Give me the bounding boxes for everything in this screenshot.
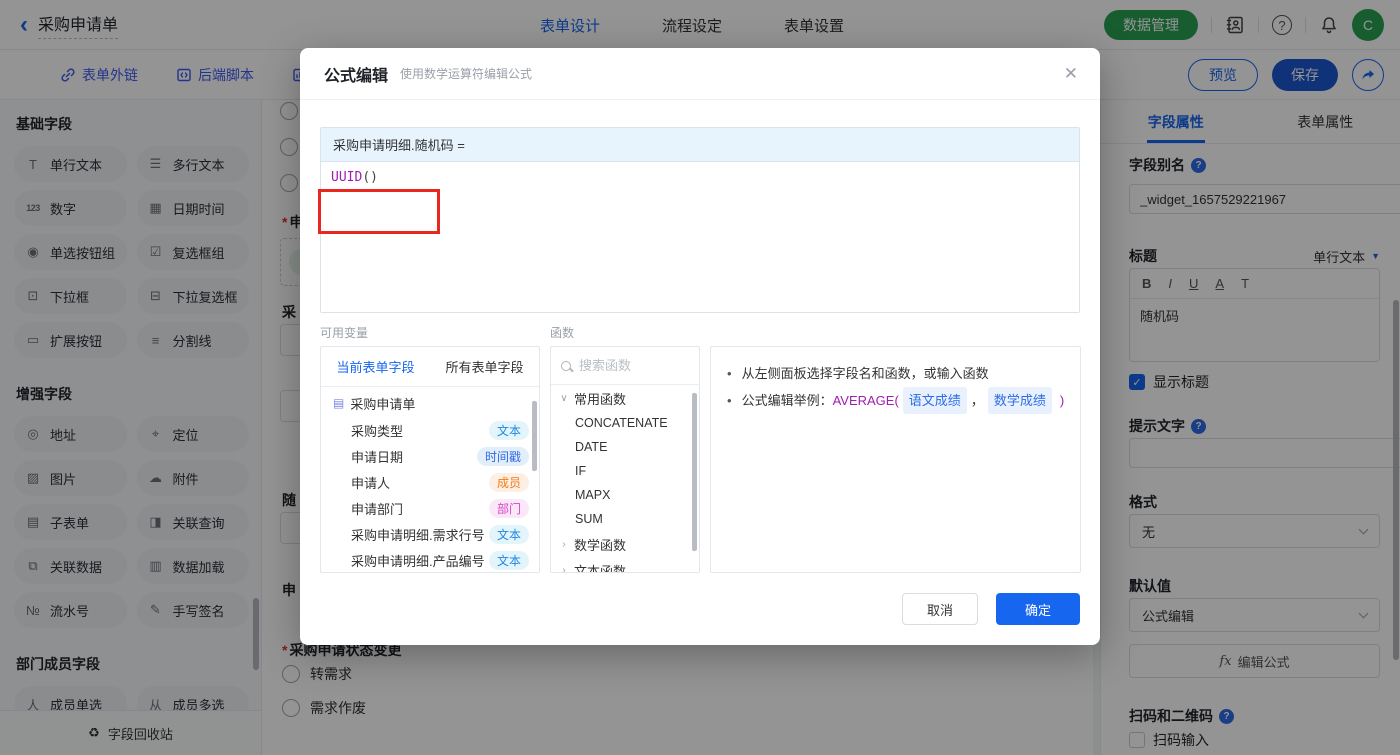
function-name: SUM (575, 512, 603, 526)
variable-name: 采购申请明细.产品编号 (351, 553, 485, 569)
tab-current-form-fields[interactable]: 当前表单字段 (321, 347, 430, 386)
function-DATE[interactable]: DATE (551, 435, 699, 459)
function-name: CONCATENATE (575, 416, 668, 430)
variables-column: 可用变量 当前表单字段 所有表单字段 ▤ 采购申请单 采购类型 文本 申请日期 时间… (320, 324, 540, 573)
variable-row[interactable]: 申请日期 时间戳 (321, 443, 539, 469)
function-MAPX[interactable]: MAPX (551, 483, 699, 507)
formula-editor-modal: 公式编辑 使用数学运算符编辑公式 ✕ 采购申请明细.随机码 = UUID() 可… (300, 48, 1100, 645)
tips-spacer (710, 324, 1081, 346)
variables-section-label: 可用变量 (320, 326, 369, 340)
modal-subtitle: 使用数学运算符编辑公式 (400, 67, 533, 81)
variable-type-badge: 文本 (488, 420, 529, 440)
modal-columns: 可用变量 当前表单字段 所有表单字段 ▤ 采购申请单 采购类型 文本 申请日期 时间… (320, 324, 1082, 573)
function-group-common[interactable]: ∨ 常用函数 (551, 385, 699, 411)
function-IF[interactable]: IF (551, 459, 699, 483)
functions-scrollbar-thumb[interactable] (692, 393, 697, 551)
function-CONCATENATE[interactable]: CONCATENATE (551, 411, 699, 435)
function-SUM[interactable]: SUM (551, 507, 699, 531)
variable-type-badge: 文本 (488, 550, 529, 570)
tip-2-comma: ， (970, 393, 984, 408)
function-name: MAPX (575, 488, 611, 502)
modal-header: 公式编辑 使用数学运算符编辑公式 ✕ (300, 48, 1100, 100)
formula-box: 采购申请明细.随机码 = UUID() (320, 127, 1080, 313)
search-icon (561, 360, 571, 371)
tip-line-2: • 公式编辑举例： AVERAGE( 语文成绩 ， 数学成绩 ) (727, 387, 1064, 414)
variable-row[interactable]: 采购申请明细.需求行号 文本 (321, 521, 539, 547)
chevron-collapsed-icon: › (562, 564, 566, 573)
tip-2-function: AVERAGE( (832, 393, 899, 408)
functions-section-label: 函数 (550, 326, 575, 340)
variables-tree-root[interactable]: ▤ 采购申请单 (321, 389, 539, 417)
variable-name: 申请部门 (351, 501, 404, 517)
function-name: DATE (575, 440, 608, 454)
function-group-label: 数学函数 (574, 537, 627, 553)
variable-type-badge: 文本 (488, 524, 529, 544)
variables-scrollbar-thumb[interactable] (532, 401, 537, 471)
variable-type-badge: 时间戳 (476, 446, 529, 466)
function-search-input[interactable] (579, 358, 689, 373)
file-icon: ▤ (333, 396, 345, 410)
tip-2-field-chip: 数学成绩 (987, 387, 1052, 414)
function-group-text[interactable]: › 文本函数 (551, 557, 699, 573)
variable-row[interactable]: 采购申请明细.产品编号 文本 (321, 547, 539, 572)
variable-row[interactable]: 采购类型 文本 (321, 417, 539, 443)
close-icon[interactable]: ✕ (1064, 64, 1078, 84)
variable-type-badge: 部门 (488, 498, 529, 518)
variable-name: 采购类型 (351, 423, 404, 439)
modal-title: 公式编辑 (324, 67, 389, 85)
confirm-button[interactable]: 确定 (996, 593, 1080, 625)
function-group-label: 文本函数 (574, 563, 627, 573)
functions-panel: ∨ 常用函数 CONCATENATE DATE IF MAPX SUM › 数学函数… (550, 346, 700, 573)
tab-all-form-fields[interactable]: 所有表单字段 (430, 347, 539, 386)
variable-row[interactable]: 申请部门 部门 (321, 495, 539, 521)
formula-target-bar: 采购申请明细.随机码 = (321, 128, 1079, 162)
variable-name: 采购申请明细.需求行号 (351, 527, 485, 543)
tree-root-label: 采购申请单 (350, 396, 416, 412)
formula-target-text: 采购申请明细.随机码 = (333, 138, 465, 153)
variable-row[interactable]: 申请人 成员 (321, 469, 539, 495)
bullet-icon: • (727, 366, 732, 381)
variables-tabs: 当前表单字段 所有表单字段 (321, 347, 539, 387)
tip-2-prefix: 公式编辑举例： (741, 393, 833, 408)
tips-panel: • 从左侧面板选择字段名和函数，或输入函数 • 公式编辑举例： AVERAGE(… (710, 346, 1082, 573)
function-name: IF (575, 464, 587, 478)
modal-body: 采购申请明细.随机码 = UUID() 可用变量 当前表单字段 所有表单字段 ▤… (300, 127, 1100, 573)
bullet-icon: • (727, 393, 732, 408)
function-group-math[interactable]: › 数学函数 (551, 531, 699, 557)
tip-line-1: • 从左侧面板选择字段名和函数，或输入函数 (727, 360, 1064, 387)
tips-column: • 从左侧面板选择字段名和函数，或输入函数 • 公式编辑举例： AVERAGE(… (710, 324, 1082, 573)
chevron-collapsed-icon: › (562, 538, 566, 550)
app-window: ‹ 采购申请单 表单设计 流程设定 表单设置 数据管理 ? C 表单外链 后端脚… (0, 0, 1400, 755)
chevron-expanded-icon: ∨ (560, 392, 568, 404)
function-search-row (551, 347, 699, 385)
formula-function-args: () (362, 170, 378, 185)
formula-function-name: UUID (331, 170, 363, 185)
modal-footer: 取消 确定 (902, 593, 1080, 625)
variable-name: 申请日期 (351, 449, 404, 465)
variables-panel: 当前表单字段 所有表单字段 ▤ 采购申请单 采购类型 文本 申请日期 时间戳 申请人… (320, 346, 540, 573)
variable-type-badge: 成员 (488, 472, 529, 492)
functions-column: 函数 ∨ 常用函数 CONCATENATE DATE IF MAPX SUM › 数… (550, 324, 700, 573)
variable-name: 申请人 (351, 475, 391, 491)
tip-2-close-paren: ) (1059, 393, 1065, 408)
function-group-label: 常用函数 (574, 391, 627, 407)
tip-1-text: 从左侧面板选择字段名和函数，或输入函数 (741, 366, 989, 381)
cancel-button[interactable]: 取消 (902, 593, 978, 625)
formula-code-editor[interactable]: UUID() (321, 162, 1079, 312)
tip-2-field-chip: 语文成绩 (902, 387, 967, 414)
